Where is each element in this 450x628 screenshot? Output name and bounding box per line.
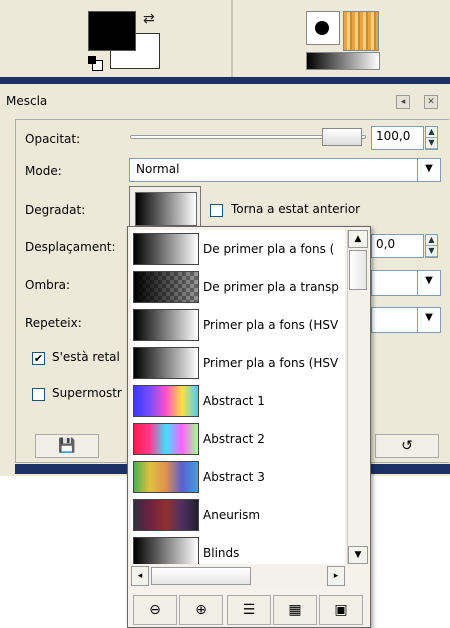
vscroll-thumb[interactable] [349,250,367,290]
opacity-slider-thumb[interactable] [322,128,362,146]
gradient-swatch [133,423,199,455]
chevron-down-icon[interactable]: ▼ [417,159,440,181]
gradient-editor-icon[interactable]: ▣ [319,595,363,625]
gradient-name: De primer pla a transp [203,280,339,294]
gradient-list-item[interactable]: De primer pla a transp [131,268,345,306]
gradient-popup-toolbar: ⊖ ⊕ ☰ ▦ ▣ [131,592,367,626]
gradient-list-item[interactable]: Abstract 3 [131,458,345,496]
gradient-list-vscrollbar[interactable]: ▲ ▼ [347,230,368,564]
gradient-list-item[interactable]: De primer pla a fons ( [131,230,345,268]
panel-menu-icon[interactable]: ◂ [396,95,410,109]
reverse-label: Torna a estat anterior [231,202,361,216]
gradient-label: Degradat: [25,203,86,217]
gradient-swatch [133,271,199,303]
repeat-label: Repeteix: [25,316,82,330]
gradient-name: Blinds [203,546,240,560]
gradient-name: Abstract 1 [203,394,265,408]
mode-select-value: Normal [136,162,180,176]
gradient-swatch [133,385,199,417]
hscroll-thumb[interactable] [151,567,251,585]
opacity-input[interactable]: 100,0 [371,126,424,150]
panel-title: Mescla [6,94,48,108]
scroll-left-icon[interactable]: ◂ [131,566,149,586]
reset-icon[interactable]: ↺ [375,434,439,458]
toolbox-divider [231,0,233,82]
supersample-checkbox[interactable] [32,388,45,401]
offset-input[interactable]: 0,0 [371,234,424,258]
gradient-list-item[interactable]: Abstract 2 [131,420,345,458]
gradient-list-hscrollbar[interactable]: ◂ ▸ [131,566,345,586]
scroll-down-icon[interactable]: ▼ [348,546,368,564]
repeat-select[interactable]: ▼ [371,307,441,333]
gradient-list-item[interactable]: Primer pla a fons (HSV [131,344,345,382]
gradient-name: Abstract 3 [203,470,265,484]
zoom-in-icon[interactable]: ⊕ [179,595,223,625]
chevron-down-icon[interactable]: ▼ [417,271,440,295]
zoom-out-icon[interactable]: ⊖ [133,595,177,625]
grid-view-icon[interactable]: ▦ [273,595,317,625]
dither-checkbox[interactable]: ✔ [32,352,45,365]
gradient-name: Primer pla a fons (HSV [203,356,339,370]
save-icon[interactable]: 💾 [35,434,99,458]
gradient-name: Primer pla a fons (HSV [203,318,339,332]
offset-stepper[interactable]: ▲ ▼ [425,234,438,258]
mode-select[interactable]: Normal ▼ [129,158,441,182]
gradient-preview[interactable] [306,52,380,70]
scroll-right-icon[interactable]: ▸ [327,566,345,586]
gradient-list-item[interactable]: Blinds [131,534,345,564]
gradient-name: Aneurism [203,508,261,522]
gradient-swatch [133,499,199,531]
gradient-swatch [133,309,199,341]
gradient-swatch [133,233,199,265]
gradient-name: De primer pla a fons ( [203,242,335,256]
swap-colors-icon[interactable]: ⇄ [143,12,159,28]
supersample-label: Supermostr [52,386,122,400]
shape-select[interactable]: ▼ [371,270,441,296]
gradient-list-item[interactable]: Primer pla a fons (HSV [131,306,345,344]
close-icon[interactable]: ✕ [424,95,438,109]
gradient-name: Abstract 2 [203,432,265,446]
gradient-swatch [133,461,199,493]
foreground-color-swatch[interactable] [88,11,136,51]
mode-label: Mode: [25,164,62,178]
brush-preview[interactable] [306,11,340,45]
dither-label: S'està retal [52,350,120,364]
toolbox-color-area [0,0,450,82]
gradient-selector-button[interactable] [129,186,201,230]
gradient-list[interactable]: De primer pla a fons ( De primer pla a tr… [131,230,345,564]
opacity-stepper[interactable]: ▲ ▼ [425,126,438,150]
default-colors-icon[interactable] [88,56,103,71]
shape-label: Ombra: [25,278,71,292]
gradient-swatch [133,537,199,564]
list-view-icon[interactable]: ☰ [227,595,271,625]
dock-separator [0,77,450,84]
reverse-checkbox[interactable] [210,204,223,217]
gradient-swatch [133,347,199,379]
gradient-list-item[interactable]: Abstract 1 [131,382,345,420]
chevron-down-icon[interactable]: ▼ [417,308,440,332]
gradient-list-item[interactable]: Aneurism [131,496,345,534]
opacity-label: Opacitat: [25,132,81,146]
offset-label: Desplaçament: [25,240,116,254]
scroll-up-icon[interactable]: ▲ [348,230,368,248]
pattern-preview[interactable] [343,11,379,51]
